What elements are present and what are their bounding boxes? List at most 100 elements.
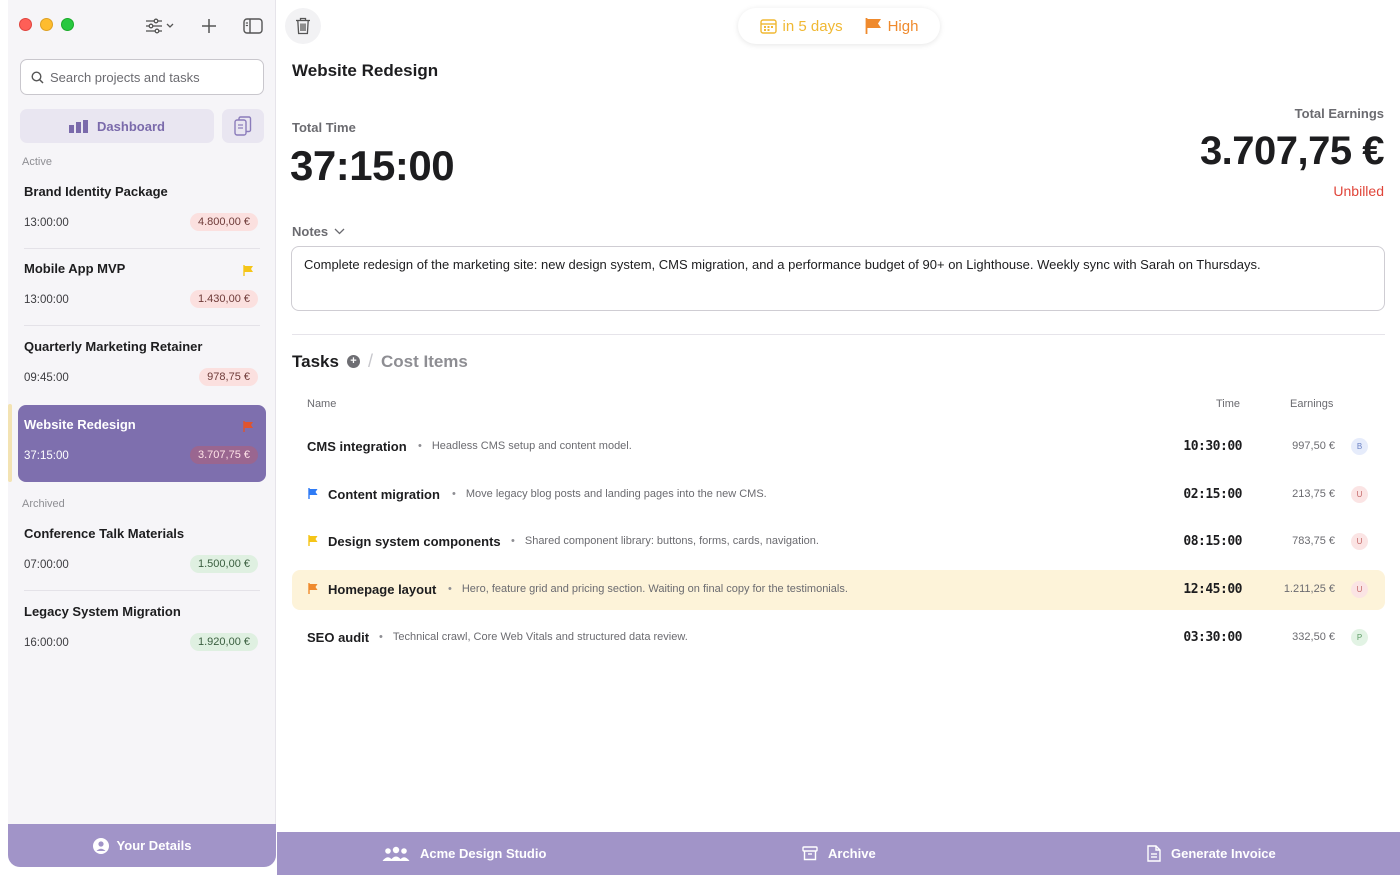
dashboard-button[interactable]: Dashboard xyxy=(20,109,214,143)
dashboard-row: Dashboard xyxy=(20,109,264,143)
your-details-label: Your Details xyxy=(116,838,192,853)
due-date-button[interactable]: in 5 days xyxy=(759,18,843,35)
column-header-time[interactable]: Time xyxy=(1216,398,1240,410)
tab-separator: / xyxy=(367,351,373,371)
filter-menu-button[interactable] xyxy=(143,14,177,38)
table-row[interactable]: CMS integration Headless CMS setup and c… xyxy=(292,427,1385,467)
project-name: Legacy System Migration xyxy=(24,604,181,619)
trash-icon xyxy=(296,17,310,35)
project-time: 37:15:00 xyxy=(24,450,69,462)
project-item-legacy-migration[interactable]: Legacy System Migration 16:00:00 1.920,0… xyxy=(18,592,266,669)
client-label: Acme Design Studio xyxy=(420,846,547,861)
bar-chart-icon xyxy=(69,119,89,133)
flag-icon xyxy=(865,18,881,34)
task-name: Content migration xyxy=(328,487,440,502)
page-title: Website Redesign xyxy=(292,61,439,80)
project-item-website-redesign[interactable]: Website Redesign 37:15:00 3.707,75 € xyxy=(18,405,266,482)
project-item-quarterly-retainer[interactable]: Quarterly Marketing Retainer 09:45:00 97… xyxy=(18,327,266,404)
delete-project-button[interactable] xyxy=(285,8,321,44)
tab-tasks[interactable]: Tasks xyxy=(292,352,339,372)
priority-button[interactable]: High xyxy=(865,17,919,35)
billing-status[interactable]: Unbilled xyxy=(1333,183,1384,199)
total-earnings-label: Total Earnings xyxy=(1294,106,1384,121)
avatar[interactable]: U xyxy=(1351,486,1368,503)
project-amount-badge: 1.500,00 € xyxy=(190,555,258,573)
flag-icon xyxy=(308,583,318,594)
task-description: Shared component library: buttons, forms… xyxy=(511,535,819,547)
notes-label: Notes xyxy=(292,224,329,239)
project-amount-badge: 1.920,00 € xyxy=(190,633,258,651)
search-box xyxy=(20,59,264,95)
archive-box-icon xyxy=(802,846,818,861)
project-time: 07:00:00 xyxy=(24,559,69,571)
sidebar: Dashboard Active Brand Identity Package … xyxy=(8,0,276,867)
client-button[interactable]: Acme Design Studio xyxy=(382,832,546,875)
add-task-button[interactable]: + xyxy=(346,355,360,368)
bottom-action-bar: Acme Design Studio Archive Generate Invo… xyxy=(277,832,1400,875)
tab-cost-items[interactable]: Cost Items xyxy=(381,352,468,372)
project-time: 09:45:00 xyxy=(24,372,69,384)
search-icon xyxy=(31,70,44,84)
table-row[interactable]: Homepage layout Hero, feature grid and p… xyxy=(292,570,1385,610)
calendar-icon xyxy=(759,19,777,34)
flag-icon xyxy=(308,488,318,499)
avatar[interactable]: U xyxy=(1351,581,1368,598)
generate-invoice-button[interactable]: Generate Invoice xyxy=(1147,832,1276,875)
person-circle-icon xyxy=(92,837,109,854)
table-row[interactable]: Design system components Shared componen… xyxy=(292,522,1385,562)
column-header-name[interactable]: Name xyxy=(307,398,336,410)
total-earnings-value: 3.707,75 € xyxy=(1199,129,1385,173)
project-amount-badge: 978,75 € xyxy=(199,368,258,386)
notes-textarea[interactable]: Complete redesign of the marketing site:… xyxy=(291,246,1385,311)
minimize-window-button[interactable] xyxy=(40,18,53,31)
task-earnings: 1.211,25 € xyxy=(1283,583,1335,595)
task-name: SEO audit xyxy=(307,630,370,645)
close-window-button[interactable] xyxy=(19,18,32,31)
task-time: 03:30:00 xyxy=(1183,630,1242,645)
generate-invoice-label: Generate Invoice xyxy=(1171,846,1276,861)
project-item-conference-talk[interactable]: Conference Talk Materials 07:00:00 1.500… xyxy=(18,514,266,591)
priority-label: High xyxy=(887,17,919,35)
flag-icon xyxy=(243,421,253,432)
sliders-icon xyxy=(146,18,174,34)
column-header-earnings[interactable]: Earnings xyxy=(1290,398,1333,410)
project-item-mobile-app[interactable]: Mobile App MVP 13:00:00 1.430,00 € xyxy=(18,249,266,326)
chevron-down-icon xyxy=(334,228,345,235)
people-icon xyxy=(382,846,410,861)
divider xyxy=(292,334,1385,335)
table-row[interactable]: SEO audit Technical crawl, Core Web Vita… xyxy=(292,618,1385,658)
search-input[interactable] xyxy=(50,69,250,85)
zoom-window-button[interactable] xyxy=(61,18,74,31)
task-name: Design system components xyxy=(328,534,501,549)
add-project-button[interactable] xyxy=(197,14,221,38)
flag-icon xyxy=(308,535,318,546)
task-earnings: 332,50 € xyxy=(1292,631,1335,643)
project-item-brand-identity[interactable]: Brand Identity Package 13:00:00 4.800,00… xyxy=(18,172,266,249)
table-row[interactable]: Content migration Move legacy blog posts… xyxy=(292,475,1385,515)
project-name: Quarterly Marketing Retainer xyxy=(24,339,203,354)
avatar[interactable]: U xyxy=(1351,533,1368,550)
tab-bar: Tasks + / Cost Items xyxy=(292,351,468,372)
archive-label: Archive xyxy=(828,846,876,861)
your-details-button[interactable]: Your Details xyxy=(8,824,276,867)
section-active-label: Active xyxy=(22,156,52,168)
dashboard-label: Dashboard xyxy=(97,118,165,134)
project-amount-badge: 1.430,00 € xyxy=(190,290,258,308)
due-priority-pill: in 5 days High xyxy=(738,8,940,44)
project-name: Brand Identity Package xyxy=(24,184,168,199)
copy-documents-icon xyxy=(234,116,252,136)
avatar[interactable]: B xyxy=(1351,438,1368,455)
project-name: Mobile App MVP xyxy=(24,261,126,276)
project-amount-badge: 4.800,00 € xyxy=(190,213,258,231)
task-description: Hero, feature grid and pricing section. … xyxy=(448,583,848,595)
notes-toggle[interactable]: Notes xyxy=(292,224,345,239)
task-time: 08:15:00 xyxy=(1183,534,1242,549)
documents-button[interactable] xyxy=(222,109,264,143)
project-time: 16:00:00 xyxy=(24,637,69,649)
archive-button[interactable]: Archive xyxy=(802,832,876,875)
section-archived-label: Archived xyxy=(22,498,65,510)
avatar[interactable]: P xyxy=(1351,629,1368,646)
sidebar-icon xyxy=(243,18,263,34)
project-time: 13:00:00 xyxy=(24,217,69,229)
toggle-sidebar-button[interactable] xyxy=(241,14,265,38)
